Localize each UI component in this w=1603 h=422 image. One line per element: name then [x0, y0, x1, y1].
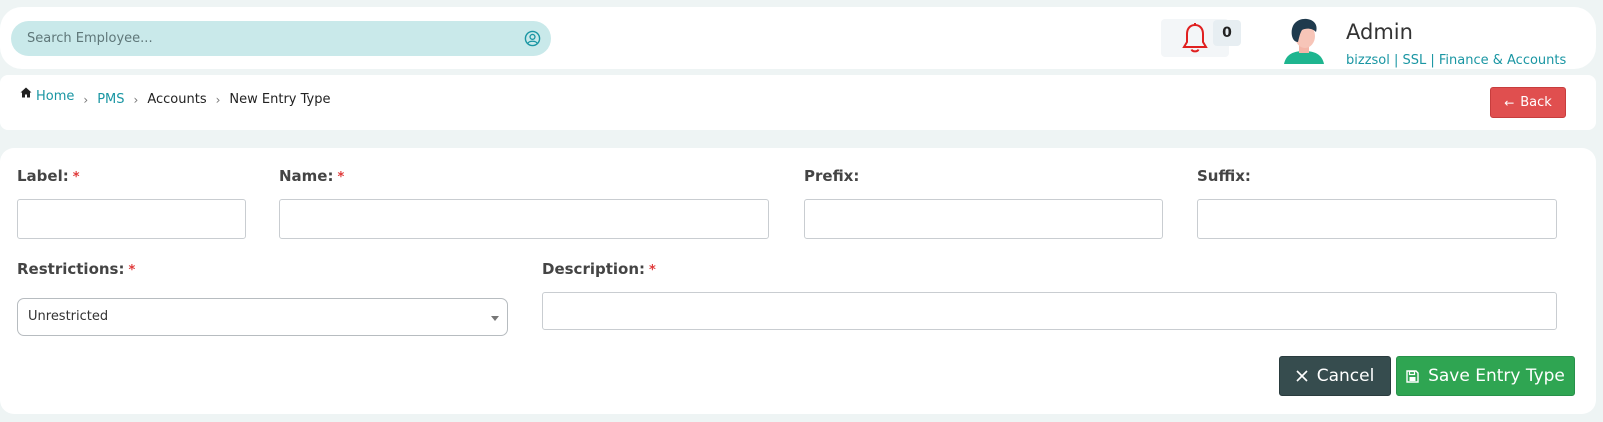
chevron-right-icon: › [133, 92, 139, 107]
back-button[interactable]: ← Back [1490, 87, 1566, 118]
suffix-field-label: Suffix: [1197, 167, 1251, 185]
chevron-right-icon: › [215, 92, 221, 107]
prefix-input[interactable] [804, 199, 1163, 239]
search-input[interactable] [27, 21, 507, 56]
save-entry-type-button[interactable]: Save Entry Type [1396, 356, 1575, 396]
user-organization[interactable]: bizzsol | SSL | Finance & Accounts [1346, 53, 1566, 68]
breadcrumb-accounts: Accounts [147, 92, 207, 107]
top-bar: 0 Admin bizzsol | SSL | Finance & Accoun… [0, 7, 1596, 69]
description-input[interactable] [542, 292, 1557, 330]
close-icon [1296, 370, 1308, 382]
required-marker: * [128, 263, 136, 278]
prefix-field-label: Prefix: [804, 167, 860, 185]
breadcrumb-home-label[interactable]: Home [36, 89, 74, 104]
restrictions-select[interactable]: Unrestricted [17, 298, 508, 336]
save-button-label: Save Entry Type [1428, 366, 1565, 386]
required-marker: * [337, 170, 345, 185]
caret-down-icon [491, 316, 499, 321]
breadcrumb-pms[interactable]: PMS [97, 92, 124, 107]
required-marker: * [649, 263, 656, 278]
label-field-label: Label: * [17, 167, 80, 185]
cancel-button[interactable]: Cancel [1279, 356, 1391, 396]
cancel-button-label: Cancel [1316, 366, 1375, 386]
search-box [11, 21, 551, 56]
name-field-label: Name: * [279, 167, 345, 185]
suffix-input[interactable] [1197, 199, 1557, 239]
bell-icon[interactable] [1181, 22, 1209, 54]
notification-count-badge: 0 [1213, 20, 1241, 46]
user-circle-icon[interactable] [524, 30, 541, 47]
home-icon [20, 87, 32, 98]
name-input[interactable] [279, 199, 769, 239]
entry-type-form: Label: * Name: * Prefix: Suffix: Restricti… [0, 148, 1596, 414]
arrow-left-icon: ← [1504, 95, 1515, 110]
restrictions-field-label: Restrictions: * [17, 260, 136, 278]
save-icon [1406, 369, 1419, 383]
user-name: Admin [1346, 20, 1413, 44]
description-field-label: Description: * [542, 260, 656, 278]
breadcrumb-bar: Home › PMS › Accounts › New Entry Type ←… [0, 75, 1596, 130]
breadcrumb-home[interactable]: Home [20, 87, 74, 104]
chevron-right-icon: › [83, 92, 89, 107]
required-marker: * [72, 170, 80, 185]
restrictions-selected-value: Unrestricted [28, 309, 109, 324]
breadcrumb: Home › PMS › Accounts › New Entry Type [20, 87, 331, 107]
back-button-label: Back [1520, 95, 1552, 110]
label-input[interactable] [17, 199, 246, 239]
avatar[interactable] [1282, 16, 1326, 64]
breadcrumb-current: New Entry Type [229, 92, 331, 107]
